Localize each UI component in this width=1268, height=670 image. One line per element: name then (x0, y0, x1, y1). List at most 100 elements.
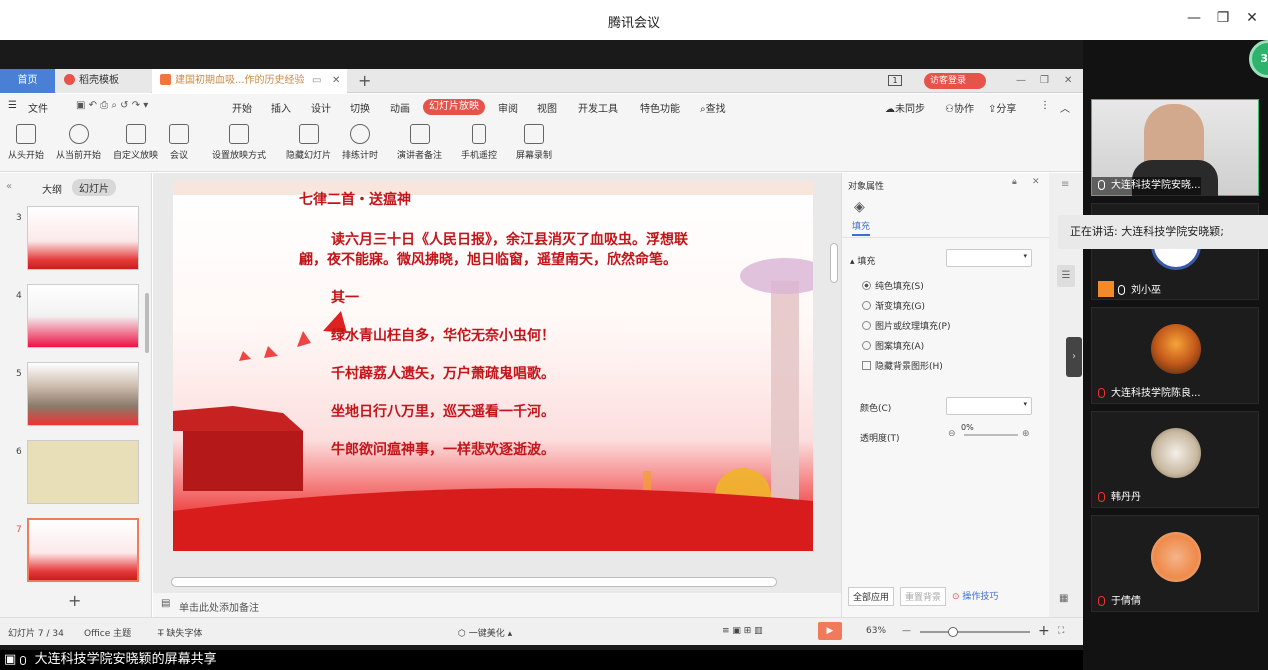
tab-close-icon[interactable]: ✕ (332, 69, 340, 93)
participant-name: 于倩倩 (1092, 593, 1141, 611)
menu-transition[interactable]: 切换 (350, 100, 370, 115)
more-icon[interactable]: ⋮ (1040, 100, 1050, 111)
menu-insert[interactable]: 插入 (271, 100, 291, 115)
zoom-in-icon[interactable]: + (1038, 623, 1050, 639)
maximize-icon[interactable]: ❐ (1213, 10, 1233, 26)
zoom-slider-handle[interactable] (948, 627, 958, 637)
menu-review[interactable]: 审阅 (498, 100, 518, 115)
properties-toggle-icon[interactable]: ☰ (1057, 265, 1075, 287)
wps-restore-icon[interactable]: ❐ (1040, 69, 1049, 93)
color-select[interactable]: ▾ (946, 397, 1032, 415)
zoom-level[interactable]: 63% (866, 626, 886, 636)
slide-thumbnail-4[interactable] (27, 284, 139, 348)
transparency-minus-icon[interactable]: ⊖ (948, 429, 956, 439)
slideshow-play-button[interactable]: ▶ (818, 622, 842, 640)
slide-thumbnail-6[interactable] (27, 440, 139, 504)
current-slide[interactable]: 七律二首・送瘟神 读六月三十日《人民日报》，余江县消灭了血吸虫。浮想联 翩，夜不… (173, 181, 813, 551)
sync-status[interactable]: ☁未同步 (885, 100, 925, 115)
from-start-button[interactable]: 从头开始 (8, 124, 44, 161)
visitor-login-button[interactable]: 访客登录 (924, 73, 986, 89)
menu-slideshow[interactable]: 幻灯片放映 (423, 99, 485, 115)
hide-bg-checkbox[interactable]: 隐藏背景图形(H) (862, 359, 943, 372)
collab-button[interactable]: ⚇协作 (945, 100, 974, 115)
daoke-icon (64, 74, 75, 85)
menu-start[interactable]: 开始 (232, 100, 252, 115)
participant-tile[interactable]: 大连科技学院安晓... (1091, 99, 1259, 196)
fill-select[interactable]: ▾ (946, 249, 1032, 267)
close-icon[interactable]: ✕ (1242, 10, 1262, 26)
wps-minimize-icon[interactable]: — (1016, 69, 1026, 93)
menu-animation[interactable]: 动画 (390, 100, 410, 115)
share-button[interactable]: ⇪分享 (988, 100, 1016, 115)
custom-show-button[interactable]: 自定义放映 (113, 124, 158, 161)
grid-icon[interactable]: ▦ (1059, 593, 1068, 604)
beautify-button[interactable]: ⬡ 一键美化 ▴ (458, 626, 512, 639)
transparency-slider[interactable] (964, 434, 1018, 436)
tips-link[interactable]: ⊙ 操作技巧 (952, 589, 998, 602)
zoom-out-icon[interactable]: — (902, 626, 911, 636)
slide-thumbnail-7[interactable] (27, 518, 139, 582)
tab-pin-icon[interactable]: ▭ (312, 69, 321, 93)
fill-tab[interactable]: 填充 (852, 219, 871, 236)
tab-template[interactable]: 稻壳模板 (56, 69, 151, 93)
add-slide-icon[interactable]: + (68, 591, 81, 610)
props-close-icon[interactable]: ✕ (1032, 177, 1040, 187)
menu-features[interactable]: 特色功能 (640, 100, 680, 115)
rehearse-button[interactable]: 排练计时 (342, 124, 378, 161)
screen-record-label: 屏幕录制 (516, 151, 553, 161)
slide-thumbnail-3[interactable] (27, 206, 139, 270)
radio-solid[interactable]: 纯色填充(S) (862, 279, 924, 292)
speaker-notes-button[interactable]: 演讲者备注 (397, 124, 442, 161)
screen-record-button[interactable]: 屏幕录制 (516, 124, 552, 161)
reset-bg-button[interactable]: 重置背景 (900, 587, 947, 606)
menu-file[interactable]: 文件 (28, 100, 48, 115)
fill-section[interactable]: ▴ 填充 (850, 254, 875, 267)
window-count-icon[interactable]: 1 (888, 69, 902, 93)
preface-line-2: 翩，夜不能寐。微风拂晓，旭日临窗，遥望南天，欣然命笔。 (299, 252, 677, 268)
screen-share-caption: ▣ 大连科技学院安晓颖的屏幕共享 (0, 650, 1083, 670)
fit-window-icon[interactable]: ⛶ (1058, 626, 1064, 636)
radio-gradient[interactable]: 渐变填充(G) (862, 299, 925, 312)
outline-tab[interactable]: 大纲 (42, 181, 62, 196)
collapse-ribbon-icon[interactable]: ︿ (1060, 100, 1070, 115)
from-current-button[interactable]: 从当前开始 (56, 124, 101, 161)
vertical-scrollbar[interactable] (830, 243, 838, 283)
side-menu-icon[interactable]: ≡ (1061, 179, 1069, 190)
thumb-scrollbar[interactable] (145, 293, 149, 353)
meeting-button[interactable]: 会议 (169, 124, 189, 161)
menu-view[interactable]: 视图 (537, 100, 557, 115)
participant-tile[interactable]: 大连科技学院陈良... (1091, 307, 1259, 404)
zoom-slider[interactable] (920, 631, 1030, 633)
lock-icon[interactable]: 🔒︎ (1012, 177, 1017, 187)
minimize-icon[interactable]: — (1184, 10, 1204, 26)
toolbar-quick-icons[interactable]: ▣ ↶ ⎙ ⌕ ↺ ↷ ▾ (76, 100, 148, 111)
wps-close-icon[interactable]: ✕ (1064, 69, 1072, 93)
menu-search[interactable]: ⌕查找 (700, 100, 726, 115)
fill-section-label: 填充 (857, 257, 876, 267)
participant-tile[interactable]: 韩丹丹 (1091, 411, 1259, 508)
show-settings-button[interactable]: 设置放映方式 (212, 124, 266, 161)
view-icons[interactable]: ≡ ▣ ⊞ ▥ (722, 626, 763, 636)
slide-thumbnail-5[interactable] (27, 362, 139, 426)
tab-home[interactable]: 首页 (0, 69, 55, 93)
radio-picture[interactable]: 图片或纹理填充(P) (862, 319, 950, 332)
transparency-plus-icon[interactable]: ⊕ (1022, 429, 1030, 439)
hide-slide-button[interactable]: 隐藏幻灯片 (286, 124, 331, 161)
phone-remote-button[interactable]: 手机遥控 (461, 124, 497, 161)
slides-tab[interactable]: 幻灯片 (72, 179, 116, 196)
notes-bar[interactable]: ▤ 单击此处添加备注 (153, 593, 841, 617)
menu-developer[interactable]: 开发工具 (578, 100, 618, 115)
menu-design[interactable]: 设计 (311, 100, 331, 115)
phone-remote-label: 手机遥控 (461, 151, 498, 161)
tab-document[interactable]: 建国初期血吸...作的历史经验 ▭ ✕ (152, 69, 347, 93)
hamburger-icon[interactable]: ☰ (8, 100, 17, 111)
horizontal-scrollbar[interactable] (171, 577, 777, 587)
apply-all-button[interactable]: 全部应用 (848, 587, 895, 606)
radio-pattern[interactable]: 图案填充(A) (862, 339, 924, 352)
missing-font[interactable]: T̶ 缺失字体 (158, 626, 202, 639)
props-header[interactable]: 对象属性 (848, 179, 884, 192)
collapse-participants-icon[interactable]: › (1066, 337, 1082, 377)
collapse-panel-icon[interactable]: « (6, 181, 12, 192)
new-tab-icon[interactable]: + (358, 69, 371, 93)
participant-tile[interactable]: 于倩倩 (1091, 515, 1259, 612)
